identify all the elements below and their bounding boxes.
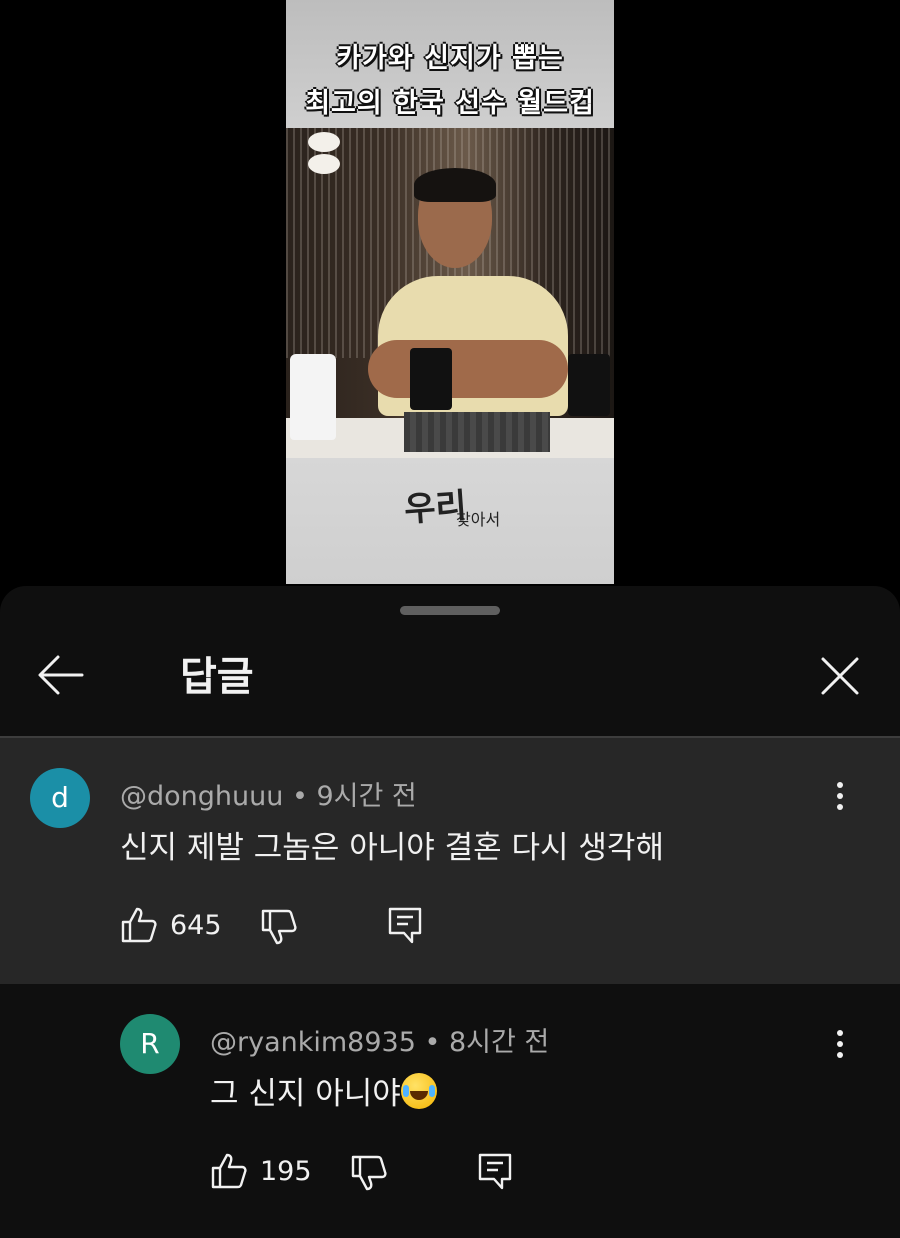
thumbs-down-icon: [351, 1155, 387, 1191]
avatar[interactable]: d: [30, 768, 90, 828]
more-vert-icon: [837, 782, 843, 788]
reply-icon: [478, 1153, 512, 1190]
lamp-shape: [308, 154, 340, 174]
dislike-button[interactable]: [350, 1154, 388, 1196]
reply-button[interactable]: [476, 1152, 514, 1196]
show-logo-sub: 찾아서: [456, 510, 501, 529]
page-title: 답글: [180, 654, 254, 700]
like-button[interactable]: [120, 906, 158, 948]
comment-meta[interactable]: @donghuuu • 9시간 전: [120, 774, 417, 813]
person-hair: [414, 168, 496, 202]
more-options-button[interactable]: [828, 1026, 852, 1066]
like-count: 645: [170, 910, 222, 941]
video-title-line-1: 카가와 신지가 뽑는: [336, 43, 564, 74]
avatar[interactable]: R: [120, 1014, 180, 1074]
more-options-button[interactable]: [828, 778, 852, 818]
thumbs-up-icon: [121, 907, 157, 943]
thumbs-up-icon: [211, 1153, 247, 1189]
comment-meta[interactable]: @ryankim8935 • 8시간 전: [210, 1020, 549, 1059]
reply-button[interactable]: [386, 906, 424, 950]
video-bottom-banner: 우리 찾아서: [286, 458, 614, 584]
video-scene: [286, 128, 614, 458]
comment-text: 신지 제발 그놈은 아니야 결혼 다시 생각해: [120, 830, 664, 866]
close-button[interactable]: [818, 654, 862, 698]
close-icon: [821, 657, 859, 695]
comment-reply: R @ryankim8935 • 8시간 전 그 신지 아니야 195: [0, 984, 900, 1238]
white-cup: [290, 354, 336, 440]
comment-text: 그 신지 아니야: [210, 1068, 437, 1113]
comment-parent: d @donghuuu • 9시간 전 신지 제발 그놈은 아니야 결혼 다시 …: [0, 738, 900, 984]
thumbs-down-icon: [261, 909, 297, 945]
laughing-tears-emoji: [400, 1073, 437, 1109]
video-thumbnail[interactable]: 카가와 신지가 뽑는 최고의 한국 선수 월드컵 우리 찾아서: [286, 0, 614, 584]
black-cup: [410, 348, 452, 410]
like-count: 195: [260, 1156, 312, 1187]
lamp-shape: [308, 132, 340, 152]
comment-text-content: 그 신지 아니야: [210, 1076, 401, 1112]
video-title-line-2: 최고의 한국 선수 월드컵: [305, 88, 595, 119]
drag-handle[interactable]: [400, 606, 500, 615]
back-button[interactable]: [36, 652, 86, 698]
dislike-button[interactable]: [260, 908, 298, 950]
reply-icon: [388, 907, 422, 944]
black-cup: [568, 354, 610, 416]
replies-sheet: 답글 d @donghuuu • 9시간 전 신지 제발 그놈은 아니야 결혼 …: [0, 586, 900, 1238]
video-player-area[interactable]: 카가와 신지가 뽑는 최고의 한국 선수 월드컵 우리 찾아서: [0, 0, 900, 600]
person-arms: [368, 340, 568, 398]
arrow-left-icon: [38, 655, 84, 695]
video-title-banner: 카가와 신지가 뽑는 최고의 한국 선수 월드컵: [286, 0, 614, 128]
like-button[interactable]: [210, 1152, 248, 1194]
basket: [404, 412, 550, 452]
more-vert-icon: [837, 1030, 843, 1036]
